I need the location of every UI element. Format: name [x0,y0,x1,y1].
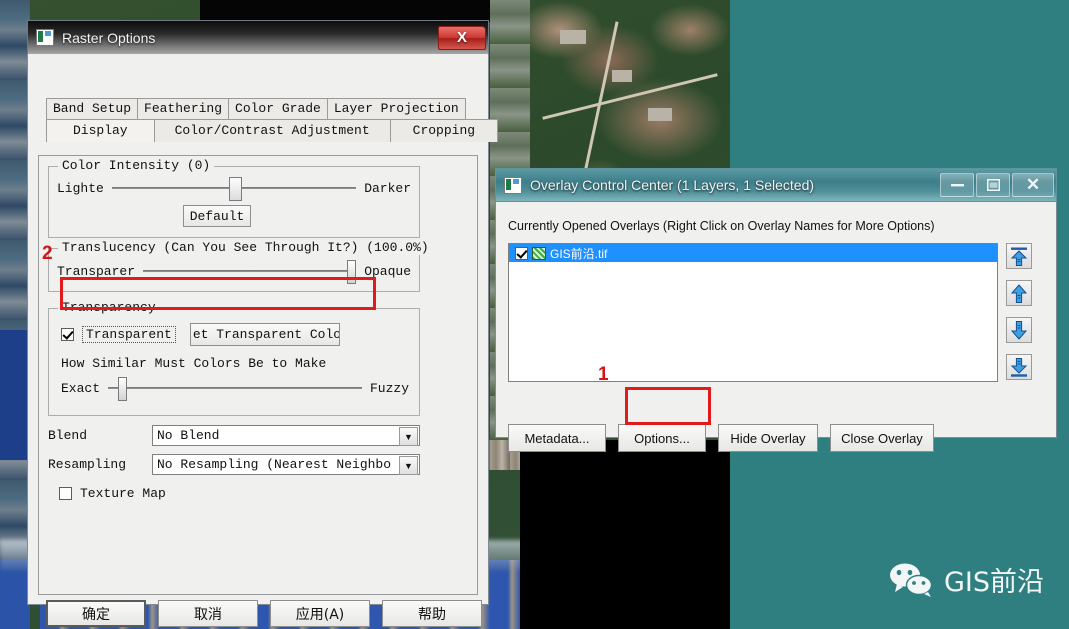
options-button[interactable]: Options... [618,424,706,452]
occ-body: Currently Opened Overlays (Right Click o… [495,202,1057,452]
watermark-text: GIS前沿 [944,567,1045,598]
overlay-list[interactable]: GIS前沿.tif [508,243,998,382]
wechat-icon [890,563,933,597]
tab-layer-projection[interactable]: Layer Projection [326,98,466,119]
tab-cropping[interactable]: Cropping [389,119,499,142]
slider-thumb[interactable] [229,177,243,201]
cancel-button[interactable]: 取消 [158,600,258,627]
satellite-building [560,30,586,44]
annotation-number-2: 2 [42,243,53,264]
slider-track [143,270,357,272]
fuzzy-label: Fuzzy [369,380,409,396]
close-icon[interactable]: X [438,25,486,50]
overlay-control-center-window: Overlay Control Center (1 Layers, 1 Sele… [495,168,1057,452]
default-button[interactable]: Default [183,205,251,227]
tab-color-grade[interactable]: Color Grade [228,98,328,119]
texture-map-checkbox[interactable] [59,487,72,500]
watermark: GIS前沿 [888,560,1044,599]
ok-button[interactable]: 确定 [46,600,146,627]
color-intensity-legend: Color Intensity (0) [58,158,215,173]
raster-options-window: Raster Options X Band Setup Feathering C… [27,20,499,627]
hide-overlay-button[interactable]: Hide Overlay [718,424,818,452]
move-to-bottom-arrow-icon[interactable] [1006,354,1032,380]
slider-thumb[interactable] [347,260,357,284]
color-intensity-group: Color Intensity (0) Lighte Darker Defaul… [48,158,420,238]
overlay-list-item[interactable]: GIS前沿.tif [509,244,997,262]
move-to-top-arrow-icon[interactable] [1006,243,1032,269]
resampling-value: No Resampling (Nearest Neighbo [157,457,392,472]
color-similarity-slider[interactable] [108,377,362,401]
move-up-arrow-icon[interactable] [1006,280,1032,306]
satellite-building [648,108,672,121]
layer-visible-checkbox[interactable] [515,246,528,260]
chevron-down-icon[interactable]: ▼ [399,427,418,446]
layer-name: GIS前沿.tif [550,246,608,261]
resampling-label: Resampling [48,457,127,472]
occ-footer-buttons: Metadata... Options... Hide Overlay Clos… [508,424,934,452]
blend-value: No Blend [157,428,220,443]
translucency-legend: Translucency (Can You See Through It?) (… [58,240,433,255]
slider-thumb[interactable] [118,377,128,401]
transparency-legend: Transparency [58,300,160,315]
tab-band-setup[interactable]: Band Setup [46,98,139,119]
blend-label: Blend [48,428,88,443]
opaque-label: Opaque [364,263,411,279]
tab-color-contrast-adjustment[interactable]: Color/Contrast Adjustment [153,119,391,142]
texture-map-label: Texture Map [80,486,166,501]
apply-button[interactable]: 应用(A) [270,600,370,627]
window-app-icon [504,176,522,194]
transparent-checkbox[interactable] [61,328,74,341]
occ-titlebar[interactable]: Overlay Control Center (1 Layers, 1 Sele… [495,168,1057,202]
raster-body: Band Setup Feathering Color Grade Layer … [27,54,499,627]
set-transparent-color-button[interactable]: et Transparent Color.. [189,323,340,346]
satellite-building [612,70,632,82]
move-down-arrow-icon[interactable] [1006,317,1032,343]
darker-label: Darker [364,180,411,196]
close-overlay-button[interactable]: Close Overlay [830,424,934,452]
display-tab-panel: Color Intensity (0) Lighte Darker Defaul… [38,155,478,595]
texture-map-row[interactable]: Texture Map [59,486,166,501]
tab-display[interactable]: Display [46,119,155,142]
resampling-row: Resampling No Resampling (Nearest Neighb… [48,454,428,475]
transparent-checkbox-label: Transparent [82,326,176,343]
help-button[interactable]: 帮助 [382,600,482,627]
satellite-left-blue-roof-2 [0,560,30,629]
window-app-icon [36,29,54,46]
blend-row: Blend No Blend ▼ [48,425,428,446]
tab-feathering[interactable]: Feathering [137,98,230,119]
nodata-black-region [520,440,730,629]
raster-footer-buttons: 确定 取消 应用(A) 帮助 [46,600,482,627]
tab-row-2: Display Color/Contrast Adjustment Croppi… [46,119,499,142]
metadata-button[interactable]: Metadata... [508,424,606,452]
raster-title: Raster Options [62,29,156,46]
chevron-down-icon[interactable]: ▼ [399,456,418,475]
annotation-number-1: 1 [598,364,609,385]
occ-title: Overlay Control Center (1 Layers, 1 Sele… [530,177,815,193]
lighter-label: Lighte [57,180,104,196]
exact-label: Exact [61,380,101,396]
close-icon[interactable]: ✕ [1012,173,1054,197]
satellite-left-blue-roof [0,330,30,460]
nodata-black-region-top [200,0,490,22]
maximize-icon[interactable] [976,173,1010,197]
slider-track [108,387,362,389]
transparency-group: Transparency Transparent et Transparent … [48,300,420,416]
transparent-end-label: Transparer [57,263,136,279]
layer-type-icon [532,246,546,260]
layer-order-buttons [1006,243,1032,380]
translucency-slider[interactable] [143,260,357,284]
raster-titlebar[interactable]: Raster Options X [27,20,489,54]
occ-hint-text: Currently Opened Overlays (Right Click o… [508,219,935,233]
translucency-group: Translucency (Can You See Through It?) (… [48,240,433,292]
color-intensity-slider[interactable] [111,177,357,201]
blend-combo[interactable]: No Blend ▼ [152,425,420,446]
minimize-icon[interactable] [940,173,974,197]
tab-row-1: Band Setup Feathering Color Grade Layer … [46,98,480,119]
similarity-description: How Similar Must Colors Be to Make [61,356,327,371]
satellite-left-edge [0,0,30,629]
resampling-combo[interactable]: No Resampling (Nearest Neighbo ▼ [152,454,420,475]
